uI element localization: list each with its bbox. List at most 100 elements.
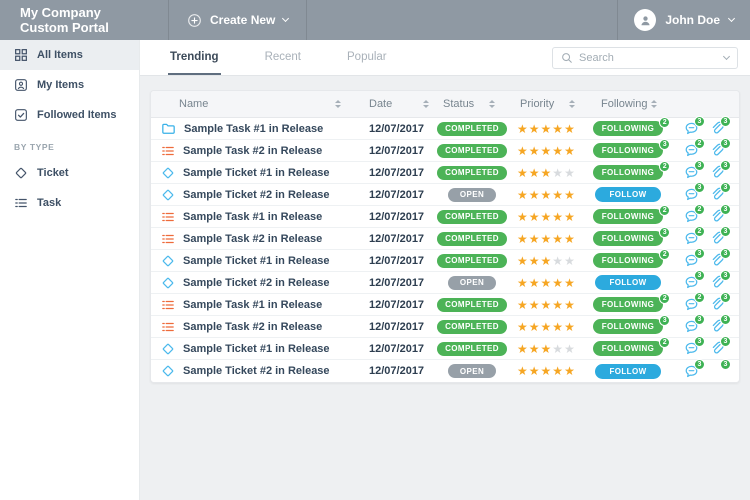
comments-icon[interactable]: 3 bbox=[684, 275, 699, 290]
star-filled-icon[interactable]: ★ bbox=[541, 188, 553, 202]
sidebar-item-followed-items[interactable]: Followed Items bbox=[0, 100, 139, 130]
item-name-link[interactable]: Sample Task #2 in Release bbox=[183, 233, 322, 245]
attachment-icon[interactable]: 3 bbox=[710, 275, 725, 290]
search-input[interactable] bbox=[579, 52, 718, 64]
star-filled-icon[interactable]: ★ bbox=[541, 122, 553, 136]
item-name-link[interactable]: Sample Ticket #1 in Release bbox=[183, 255, 330, 267]
item-name-link[interactable]: Sample Ticket #1 in Release bbox=[183, 343, 330, 355]
sidebar-item-my-items[interactable]: My Items bbox=[0, 70, 139, 100]
star-filled-icon[interactable]: ★ bbox=[529, 276, 541, 290]
follow-button[interactable]: FOLLOWING bbox=[593, 341, 663, 356]
attachment-icon[interactable]: 3 bbox=[710, 253, 725, 268]
sort-name-button[interactable] bbox=[333, 98, 343, 110]
star-filled-icon[interactable]: ★ bbox=[529, 166, 541, 180]
attachment-icon[interactable]: 3 bbox=[710, 341, 725, 356]
comments-icon[interactable]: 2 bbox=[684, 209, 699, 224]
table-row[interactable]: Sample Task #2 in Release 12/07/2017 COM… bbox=[151, 316, 739, 338]
comments-icon[interactable]: 3 bbox=[684, 121, 699, 136]
star-filled-icon[interactable]: ★ bbox=[517, 254, 529, 268]
star-filled-icon[interactable]: ★ bbox=[541, 254, 553, 268]
star-filled-icon[interactable]: ★ bbox=[517, 188, 529, 202]
star-filled-icon[interactable]: ★ bbox=[517, 320, 529, 334]
star-filled-icon[interactable]: ★ bbox=[564, 232, 576, 246]
star-empty-icon[interactable]: ★ bbox=[552, 254, 564, 268]
follow-button[interactable]: FOLLOWING bbox=[593, 253, 663, 268]
follow-button[interactable]: FOLLOW bbox=[595, 187, 660, 202]
sidebar-item-ticket[interactable]: Ticket bbox=[0, 158, 139, 188]
star-filled-icon[interactable]: ★ bbox=[552, 320, 564, 334]
sidebar-item-task[interactable]: Task bbox=[0, 188, 139, 218]
attachment-icon[interactable]: 3 bbox=[710, 165, 725, 180]
sort-status-button[interactable] bbox=[487, 98, 497, 110]
follow-button[interactable]: FOLLOWING bbox=[593, 297, 663, 312]
star-empty-icon[interactable]: ★ bbox=[564, 166, 576, 180]
table-row[interactable]: Sample Ticket #2 in Release 12/07/2017 O… bbox=[151, 272, 739, 294]
star-empty-icon[interactable]: ★ bbox=[564, 254, 576, 268]
item-name-link[interactable]: Sample Task #2 in Release bbox=[183, 321, 322, 333]
star-filled-icon[interactable]: ★ bbox=[541, 320, 553, 334]
star-filled-icon[interactable]: ★ bbox=[541, 144, 553, 158]
follow-button[interactable]: FOLLOWING bbox=[593, 165, 663, 180]
item-name-link[interactable]: Sample Ticket #2 in Release bbox=[183, 365, 330, 377]
star-filled-icon[interactable]: ★ bbox=[564, 364, 576, 378]
comments-icon[interactable]: 3 bbox=[684, 187, 699, 202]
attachment-icon[interactable]: 3 bbox=[710, 121, 725, 136]
comments-icon[interactable]: 2 bbox=[684, 297, 699, 312]
table-row[interactable]: Sample Ticket #1 in Release 12/07/2017 C… bbox=[151, 162, 739, 184]
star-filled-icon[interactable]: ★ bbox=[552, 298, 564, 312]
star-filled-icon[interactable]: ★ bbox=[529, 364, 541, 378]
star-filled-icon[interactable]: ★ bbox=[552, 144, 564, 158]
star-filled-icon[interactable]: ★ bbox=[517, 298, 529, 312]
follow-button[interactable]: FOLLOW bbox=[595, 275, 660, 290]
star-filled-icon[interactable]: ★ bbox=[564, 122, 576, 136]
attachment-icon[interactable]: 3 bbox=[710, 364, 725, 379]
table-row[interactable]: Sample Ticket #2 in Release 12/07/2017 O… bbox=[151, 184, 739, 206]
follow-button[interactable]: FOLLOWING bbox=[593, 319, 663, 334]
star-filled-icon[interactable]: ★ bbox=[564, 210, 576, 224]
star-filled-icon[interactable]: ★ bbox=[564, 144, 576, 158]
item-name-link[interactable]: Sample Ticket #2 in Release bbox=[183, 277, 330, 289]
follow-button[interactable]: FOLLOW bbox=[595, 364, 660, 379]
table-row[interactable]: Sample Task #1 in Release 12/07/2017 COM… bbox=[151, 206, 739, 228]
star-filled-icon[interactable]: ★ bbox=[517, 364, 529, 378]
star-filled-icon[interactable]: ★ bbox=[541, 298, 553, 312]
attachment-icon[interactable]: 3 bbox=[710, 319, 725, 334]
star-filled-icon[interactable]: ★ bbox=[529, 254, 541, 268]
star-filled-icon[interactable]: ★ bbox=[517, 166, 529, 180]
tab-popular[interactable]: Popular bbox=[345, 40, 389, 75]
table-row[interactable]: Sample Ticket #2 in Release 12/07/2017 O… bbox=[151, 360, 739, 382]
star-filled-icon[interactable]: ★ bbox=[564, 188, 576, 202]
table-row[interactable]: Sample Task #1 in Release 12/07/2017 COM… bbox=[151, 294, 739, 316]
item-name-link[interactable]: Sample Task #1 in Release bbox=[184, 123, 323, 135]
star-filled-icon[interactable]: ★ bbox=[529, 144, 541, 158]
star-filled-icon[interactable]: ★ bbox=[552, 276, 564, 290]
sort-priority-button[interactable] bbox=[567, 98, 577, 110]
follow-button[interactable]: FOLLOWING bbox=[593, 231, 663, 246]
star-filled-icon[interactable]: ★ bbox=[529, 232, 541, 246]
star-filled-icon[interactable]: ★ bbox=[541, 210, 553, 224]
comments-icon[interactable]: 2 bbox=[684, 143, 699, 158]
item-name-link[interactable]: Sample Task #1 in Release bbox=[183, 299, 322, 311]
item-name-link[interactable]: Sample Ticket #2 in Release bbox=[183, 189, 330, 201]
item-name-link[interactable]: Sample Ticket #1 in Release bbox=[183, 167, 330, 179]
star-filled-icon[interactable]: ★ bbox=[552, 364, 564, 378]
create-new-button[interactable]: Create New bbox=[168, 0, 307, 40]
star-filled-icon[interactable]: ★ bbox=[541, 342, 553, 356]
star-filled-icon[interactable]: ★ bbox=[529, 320, 541, 334]
star-filled-icon[interactable]: ★ bbox=[541, 276, 553, 290]
attachment-icon[interactable]: 3 bbox=[710, 209, 725, 224]
star-filled-icon[interactable]: ★ bbox=[541, 364, 553, 378]
follow-button[interactable]: FOLLOWING bbox=[593, 143, 663, 158]
table-row[interactable]: Sample Ticket #1 in Release 12/07/2017 C… bbox=[151, 250, 739, 272]
attachment-icon[interactable]: 3 bbox=[710, 143, 725, 158]
star-filled-icon[interactable]: ★ bbox=[517, 122, 529, 136]
star-filled-icon[interactable]: ★ bbox=[552, 188, 564, 202]
star-filled-icon[interactable]: ★ bbox=[517, 232, 529, 246]
star-filled-icon[interactable]: ★ bbox=[529, 210, 541, 224]
comments-icon[interactable]: 3 bbox=[684, 165, 699, 180]
comments-icon[interactable]: 3 bbox=[684, 253, 699, 268]
table-row[interactable]: Sample Task #1 in Release 12/07/2017 COM… bbox=[151, 118, 739, 140]
comments-icon[interactable]: 3 bbox=[684, 341, 699, 356]
star-filled-icon[interactable]: ★ bbox=[552, 122, 564, 136]
star-filled-icon[interactable]: ★ bbox=[529, 188, 541, 202]
